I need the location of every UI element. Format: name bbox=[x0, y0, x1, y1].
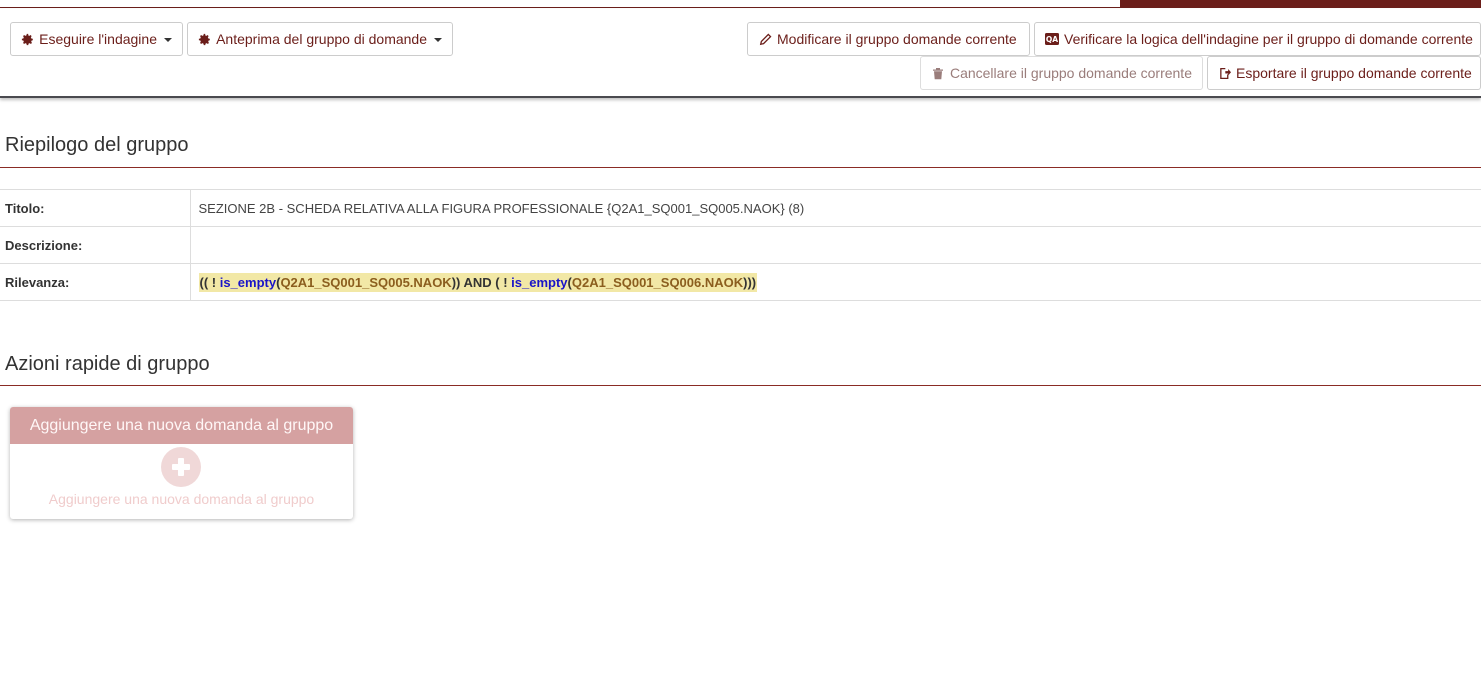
relevance-expression: (( ! is_empty(Q2A1_SQ001_SQ005.NAOK)) AN… bbox=[198, 272, 758, 292]
add-question-card-title: Aggiungere una nuova domanda al gruppo bbox=[10, 407, 353, 444]
section-divider bbox=[0, 385, 1481, 386]
add-question-card[interactable]: Aggiungere una nuova domanda al gruppo A… bbox=[10, 407, 353, 519]
expr-variable: Q2A1_SQ001_SQ005.NAOK bbox=[280, 274, 452, 290]
group-summary-table: Titolo: SEZIONE 2B - SCHEDA RELATIVA ALL… bbox=[0, 189, 1481, 301]
edit-group-button[interactable]: Modificare il gruppo domande corrente bbox=[747, 22, 1030, 56]
expr-function: is_empty bbox=[511, 274, 568, 290]
delete-group-button[interactable]: Cancellare il gruppo domande corrente bbox=[920, 56, 1203, 90]
table-row: Descrizione: bbox=[0, 226, 1481, 264]
edit-group-label: Modificare il gruppo domande corrente bbox=[777, 31, 1017, 47]
active-tab-indicator bbox=[1120, 0, 1481, 8]
qa-check-icon: QA bbox=[1045, 32, 1059, 46]
section-divider bbox=[0, 167, 1481, 168]
export-group-button[interactable]: Esportare il gruppo domande corrente bbox=[1207, 56, 1481, 90]
title-value: SEZIONE 2B - SCHEDA RELATIVA ALLA FIGURA… bbox=[190, 189, 1481, 227]
trash-icon bbox=[931, 66, 945, 80]
export-group-label: Esportare il gruppo domande corrente bbox=[1236, 65, 1472, 81]
group-summary-heading: Riepilogo del gruppo bbox=[5, 134, 189, 156]
run-survey-button[interactable]: Eseguire l'indagine bbox=[10, 22, 183, 56]
check-logic-button[interactable]: QA Verificare la logica dell'indagine pe… bbox=[1034, 22, 1481, 56]
relevance-value: (( ! is_empty(Q2A1_SQ001_SQ005.NAOK)) AN… bbox=[190, 263, 1481, 301]
expr-text: ))) bbox=[743, 274, 757, 290]
gear-icon bbox=[21, 32, 34, 46]
description-label: Descrizione: bbox=[0, 226, 191, 264]
run-survey-label: Eseguire l'indagine bbox=[39, 31, 157, 47]
table-row: Rilevanza: (( ! is_empty(Q2A1_SQ001_SQ00… bbox=[0, 263, 1481, 301]
export-icon bbox=[1218, 66, 1231, 80]
plus-circle-icon bbox=[161, 447, 201, 487]
quick-actions-heading: Azioni rapide di gruppo bbox=[5, 353, 210, 375]
expr-variable: Q2A1_SQ001_SQ006.NAOK bbox=[571, 274, 744, 290]
expr-text: (( ! bbox=[199, 274, 220, 290]
gear-icon bbox=[198, 32, 211, 46]
relevance-label: Rilevanza: bbox=[0, 263, 191, 301]
chevron-down-icon bbox=[434, 38, 442, 42]
chevron-down-icon bbox=[164, 38, 172, 42]
top-line bbox=[0, 7, 1120, 8]
delete-group-label: Cancellare il gruppo domande corrente bbox=[949, 65, 1192, 81]
pencil-icon bbox=[758, 32, 772, 46]
toolbar: Eseguire l'indagine Anteprima del gruppo… bbox=[0, 9, 1481, 98]
add-question-card-text: Aggiungere una nuova domanda al gruppo bbox=[48, 491, 315, 507]
preview-group-label: Anteprima del gruppo di domande bbox=[216, 31, 427, 47]
title-label: Titolo: bbox=[0, 189, 191, 227]
svg-text:QA: QA bbox=[1046, 35, 1058, 44]
table-row: Titolo: SEZIONE 2B - SCHEDA RELATIVA ALL… bbox=[0, 189, 1481, 227]
description-value bbox=[190, 226, 1481, 264]
expr-function: is_empty bbox=[219, 274, 277, 290]
expr-text: )) AND ( ! bbox=[451, 274, 512, 290]
top-strip bbox=[0, 0, 1481, 9]
check-logic-label: Verificare la logica dell'indagine per i… bbox=[1064, 31, 1473, 47]
preview-group-button[interactable]: Anteprima del gruppo di domande bbox=[187, 22, 453, 56]
